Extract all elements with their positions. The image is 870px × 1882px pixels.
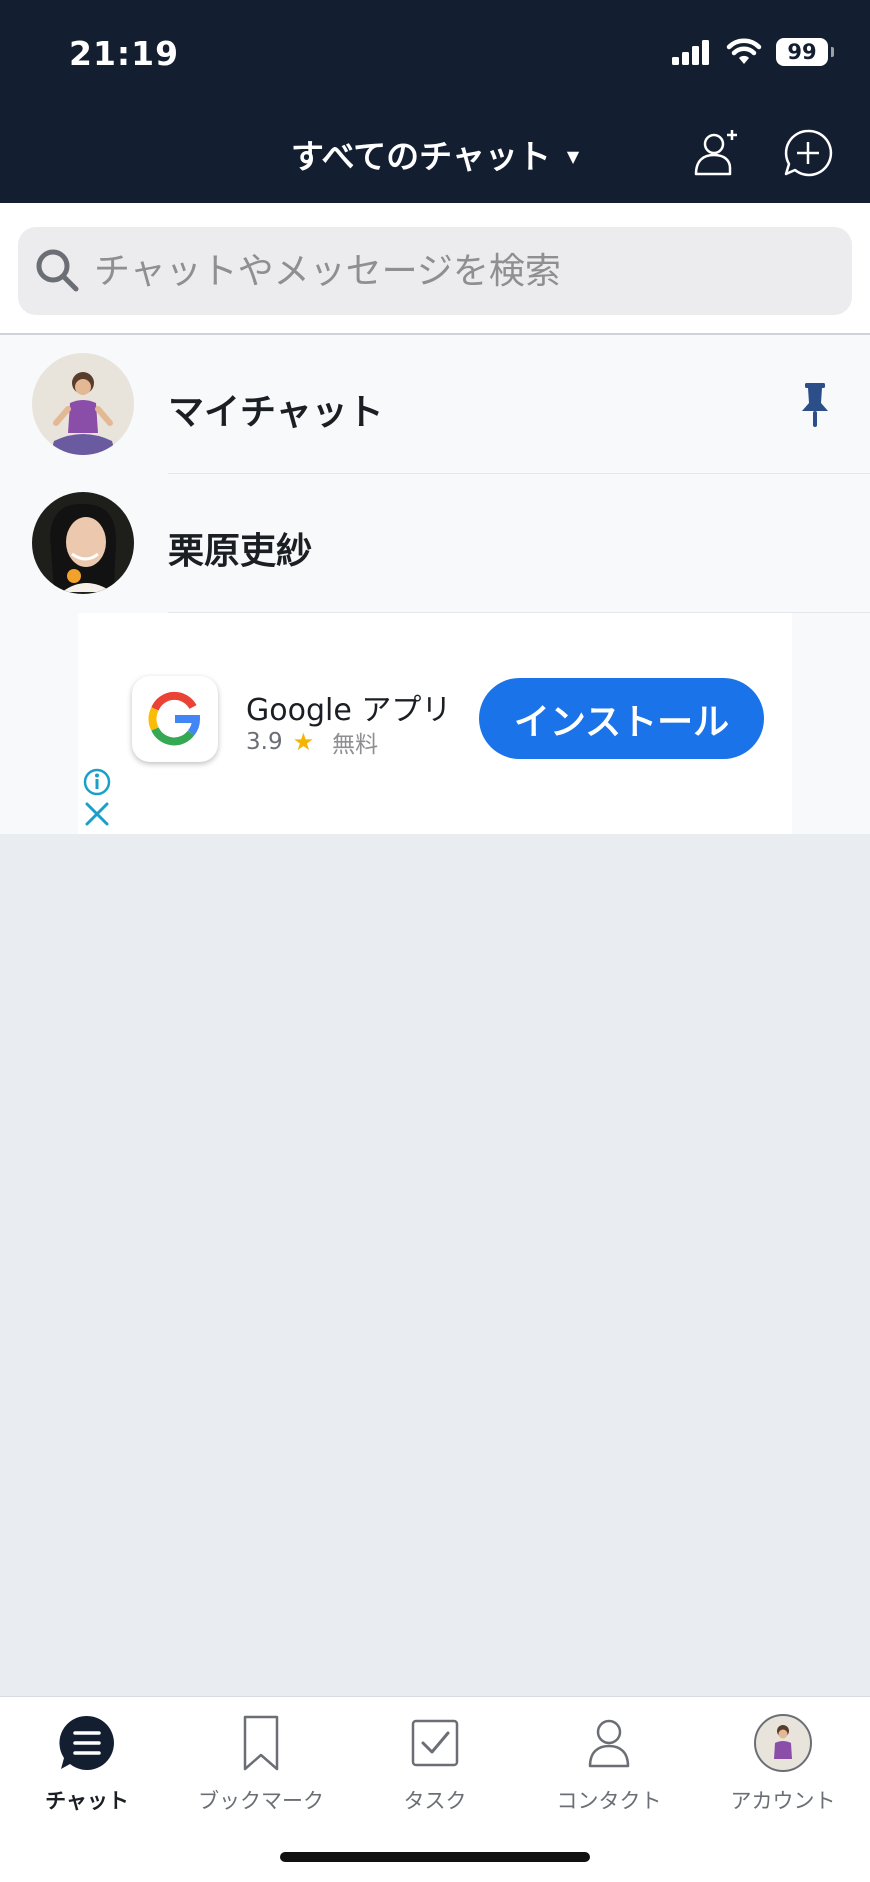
tab-label: ブックマーク	[198, 1789, 324, 1813]
app-name: Google アプリ	[246, 693, 452, 728]
ad-banner: Google アプリ 3.9 ★ 無料 インストール	[0, 613, 870, 834]
tab-label: タスク	[403, 1789, 467, 1813]
pin-icon	[802, 383, 828, 427]
tab-bookmark[interactable]: ブックマーク	[174, 1711, 348, 1821]
chat-name: 栗原吏紗	[168, 531, 313, 572]
star-icon: ★	[292, 728, 315, 756]
tab-task[interactable]: タスク	[348, 1711, 522, 1821]
app-rating: 3.9	[246, 729, 283, 755]
tab-label: チャット	[45, 1789, 129, 1813]
tab-account[interactable]: アカウント	[696, 1711, 870, 1821]
home-indicator	[280, 1852, 590, 1862]
search-icon	[36, 249, 79, 292]
app-price: 無料	[332, 732, 379, 758]
app-header: 21:19 99 すべてのチャット ▼	[0, 0, 870, 203]
search-input[interactable]	[94, 227, 834, 315]
caret-down-icon: ▼	[566, 146, 580, 166]
tab-label: アカウント	[730, 1789, 836, 1813]
install-button[interactable]: インストール	[479, 678, 764, 759]
contact-person-icon	[588, 1719, 630, 1768]
ad-close-icon[interactable]	[84, 801, 110, 831]
search-section	[0, 203, 870, 335]
chat-name: マイチャット	[168, 392, 384, 433]
ad-content[interactable]: Google アプリ 3.9 ★ 無料 インストール	[78, 613, 792, 834]
avatar	[32, 353, 134, 455]
cellular-signal-icon	[672, 40, 709, 65]
tab-chat[interactable]: チャット	[0, 1711, 174, 1821]
account-avatar	[754, 1714, 812, 1772]
battery-indicator: 99	[776, 38, 834, 66]
app-meta: 3.9 ★ 無料	[246, 725, 378, 759]
ad-info-icon[interactable]	[83, 768, 111, 800]
chat-row-contact[interactable]: 栗原吏紗	[0, 474, 870, 613]
new-chat-icon[interactable]	[783, 128, 833, 178]
chat-list: マイチャット 栗原吏紗	[0, 335, 870, 613]
page-title: すべてのチャット	[290, 137, 551, 176]
avatar	[32, 492, 134, 594]
google-app-icon	[132, 676, 218, 762]
wifi-icon	[726, 38, 762, 64]
task-check-icon	[411, 1719, 459, 1767]
chat-row-my-chat[interactable]: マイチャット	[0, 335, 870, 474]
status-time: 21:19	[69, 34, 180, 73]
chat-menu-icon	[59, 1715, 114, 1770]
status-indicators: 99	[672, 38, 834, 66]
bookmark-icon	[243, 1715, 279, 1771]
add-contact-icon[interactable]	[692, 128, 742, 178]
search-bar[interactable]	[18, 227, 852, 315]
tab-label: コンタクト	[556, 1789, 662, 1813]
tab-contact[interactable]: コンタクト	[522, 1711, 696, 1821]
